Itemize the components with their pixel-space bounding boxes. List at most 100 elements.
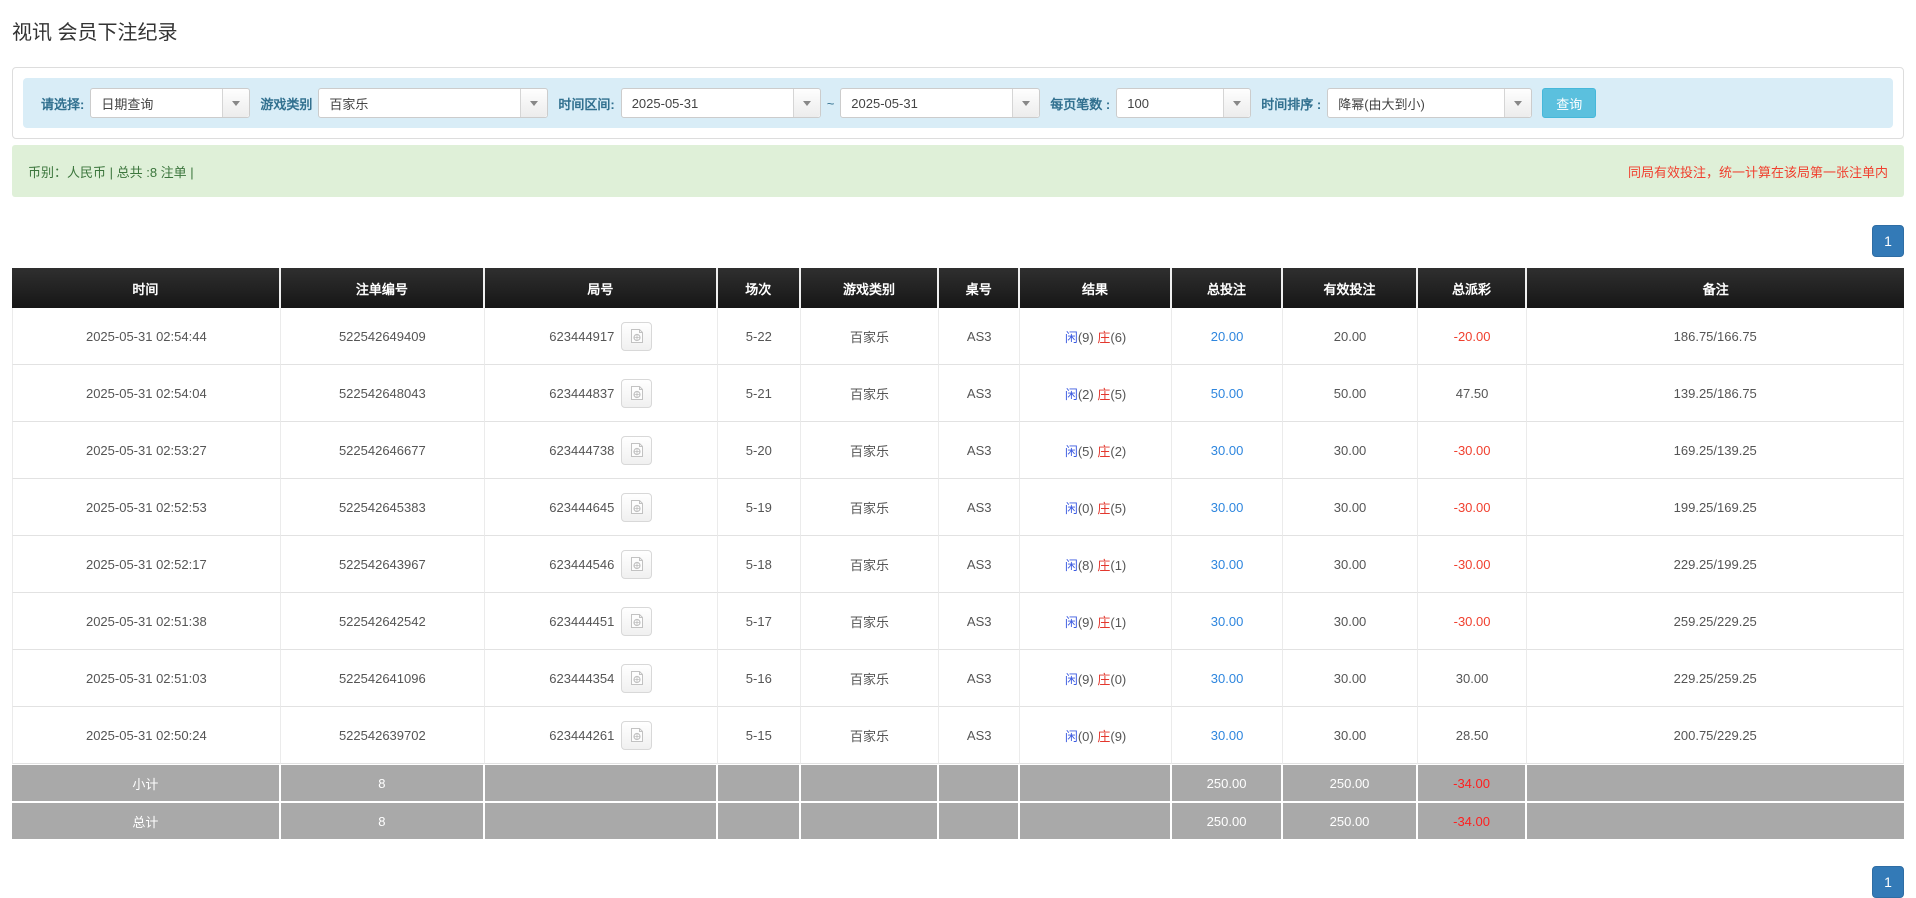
bet-id-cell: 522542648043 bbox=[280, 365, 485, 422]
video-replay-button[interactable] bbox=[621, 720, 653, 750]
time-cell: 2025-05-31 02:51:03 bbox=[12, 650, 281, 707]
total-bet-link[interactable]: 30.00 bbox=[1171, 593, 1284, 650]
chevron-down-icon[interactable] bbox=[520, 89, 548, 117]
player-result: 闲 bbox=[1064, 386, 1078, 402]
video-replay-button[interactable] bbox=[621, 663, 653, 693]
col-payout: 总派彩 bbox=[1417, 268, 1528, 308]
game-type-cell: 百家乐 bbox=[800, 707, 940, 764]
payout-cell: 28.50 bbox=[1417, 707, 1528, 764]
chevron-down-icon[interactable] bbox=[1223, 89, 1251, 117]
empty-cell bbox=[939, 803, 1021, 841]
table-row: 2025-05-31 02:53:27 522542646677 6234447… bbox=[12, 422, 1904, 479]
total-bet-link[interactable]: 20.00 bbox=[1171, 308, 1284, 365]
date-from-value: 2025-05-31 bbox=[631, 95, 699, 111]
valid-bet-cell: 30.00 bbox=[1283, 422, 1418, 479]
bet-id-cell: 522542642542 bbox=[280, 593, 485, 650]
valid-bet-cell: 30.00 bbox=[1283, 536, 1418, 593]
col-round: 局号 bbox=[484, 268, 718, 308]
round-number: 623444837 bbox=[549, 385, 615, 401]
round-cell: 623444354 bbox=[484, 650, 718, 707]
total-bet-link[interactable]: 30.00 bbox=[1171, 422, 1284, 479]
table-header-row: 时间 注单编号 局号 场次 游戏类别 桌号 结果 总投注 有效投注 总派彩 备注 bbox=[12, 268, 1904, 308]
session-cell: 5-19 bbox=[717, 479, 801, 536]
session-cell: 5-16 bbox=[717, 650, 801, 707]
player-score: (9) bbox=[1077, 329, 1094, 345]
player-score: (9) bbox=[1077, 614, 1094, 630]
video-file-icon bbox=[630, 500, 643, 514]
note-cell: 200.75/229.25 bbox=[1527, 707, 1904, 764]
result-cell: 闲(9) 庄(0) bbox=[1020, 650, 1172, 707]
video-replay-button[interactable] bbox=[621, 492, 653, 522]
payout-cell: -20.00 bbox=[1417, 308, 1528, 365]
page-size-dropdown[interactable]: 100 bbox=[1116, 88, 1252, 118]
time-cell: 2025-05-31 02:53:27 bbox=[12, 422, 281, 479]
table-no-cell: AS3 bbox=[939, 593, 1021, 650]
session-cell: 5-17 bbox=[717, 593, 801, 650]
video-file-icon bbox=[630, 671, 643, 685]
summary-payout-cell: -34.00 bbox=[1417, 764, 1528, 803]
game-type-dropdown[interactable]: 百家乐 bbox=[318, 88, 549, 118]
player-score: (2) bbox=[1077, 386, 1094, 402]
chevron-down-icon[interactable] bbox=[222, 89, 250, 117]
round-cell: 623444917 bbox=[484, 308, 718, 365]
total-bet-link[interactable]: 50.00 bbox=[1171, 365, 1284, 422]
banker-score: (9) bbox=[1110, 728, 1127, 744]
empty-cell bbox=[717, 803, 801, 841]
col-time: 时间 bbox=[12, 268, 281, 308]
banker-score: (5) bbox=[1110, 386, 1127, 402]
video-replay-button[interactable] bbox=[621, 378, 653, 408]
select-type-dropdown[interactable]: 日期查询 bbox=[90, 88, 251, 118]
chevron-down-icon[interactable] bbox=[792, 89, 820, 117]
summary-label-cell: 总计 bbox=[12, 803, 281, 841]
session-cell: 5-18 bbox=[717, 536, 801, 593]
payout-cell: 30.00 bbox=[1417, 650, 1528, 707]
banker-result: 庄 bbox=[1097, 386, 1111, 402]
player-result: 闲 bbox=[1064, 671, 1078, 687]
player-result: 闲 bbox=[1064, 500, 1078, 516]
round-cell: 623444738 bbox=[484, 422, 718, 479]
total-bet-link[interactable]: 30.00 bbox=[1171, 650, 1284, 707]
filter-strip: 请选择: 日期查询 游戏类别 百家乐 时间区间: 2025-05-31 ~ 20… bbox=[23, 78, 1893, 128]
valid-bet-cell: 30.00 bbox=[1283, 650, 1418, 707]
banker-score: (5) bbox=[1110, 500, 1127, 516]
result-cell: 闲(5) 庄(2) bbox=[1020, 422, 1172, 479]
bottom-pagination: 1 bbox=[12, 866, 1904, 898]
date-to-picker[interactable]: 2025-05-31 bbox=[840, 88, 1041, 118]
table-row: 2025-05-31 02:52:17 522542643967 6234445… bbox=[12, 536, 1904, 593]
round-number: 623444261 bbox=[549, 727, 615, 743]
summary-count-cell: 8 bbox=[280, 803, 485, 841]
total-bet-link[interactable]: 30.00 bbox=[1171, 479, 1284, 536]
result-cell: 闲(0) 庄(9) bbox=[1020, 707, 1172, 764]
bet-id-cell: 522542646677 bbox=[280, 422, 485, 479]
total-bet-link[interactable]: 30.00 bbox=[1171, 536, 1284, 593]
empty-cell bbox=[1527, 764, 1904, 803]
result-cell: 闲(2) 庄(5) bbox=[1020, 365, 1172, 422]
empty-cell bbox=[484, 764, 718, 803]
currency-total-text: 币别：人民币 | 总共 :8 注单 | bbox=[28, 164, 194, 180]
video-replay-button[interactable] bbox=[621, 606, 653, 636]
total-bet-link[interactable]: 30.00 bbox=[1171, 707, 1284, 764]
payout-cell: -30.00 bbox=[1417, 422, 1528, 479]
valid-bet-cell: 50.00 bbox=[1283, 365, 1418, 422]
video-replay-button[interactable] bbox=[621, 549, 653, 579]
page-root: 视讯 会员下注纪录 请选择: 日期查询 游戏类别 百家乐 时间区间: 2025-… bbox=[0, 16, 1916, 898]
page-1-button[interactable]: 1 bbox=[1872, 225, 1904, 257]
date-from-picker[interactable]: 2025-05-31 bbox=[620, 88, 821, 118]
player-result: 闲 bbox=[1064, 443, 1078, 459]
session-cell: 5-22 bbox=[717, 308, 801, 365]
video-replay-button[interactable] bbox=[621, 321, 653, 351]
video-file-icon bbox=[630, 443, 643, 457]
select-type-label: 请选择: bbox=[41, 96, 85, 112]
search-button[interactable]: 查询 bbox=[1542, 88, 1597, 118]
summary-label-cell: 小计 bbox=[12, 764, 281, 803]
time-sort-dropdown[interactable]: 降幂(由大到小) bbox=[1327, 88, 1533, 118]
note-cell: 169.25/139.25 bbox=[1527, 422, 1904, 479]
player-score: (0) bbox=[1077, 500, 1094, 516]
chevron-down-icon[interactable] bbox=[1012, 89, 1040, 117]
video-replay-button[interactable] bbox=[621, 435, 653, 465]
chevron-down-icon[interactable] bbox=[1504, 89, 1532, 117]
page-1-button[interactable]: 1 bbox=[1872, 866, 1904, 898]
player-result: 闲 bbox=[1064, 557, 1078, 573]
game-type-cell: 百家乐 bbox=[800, 593, 940, 650]
col-note: 备注 bbox=[1527, 268, 1904, 308]
